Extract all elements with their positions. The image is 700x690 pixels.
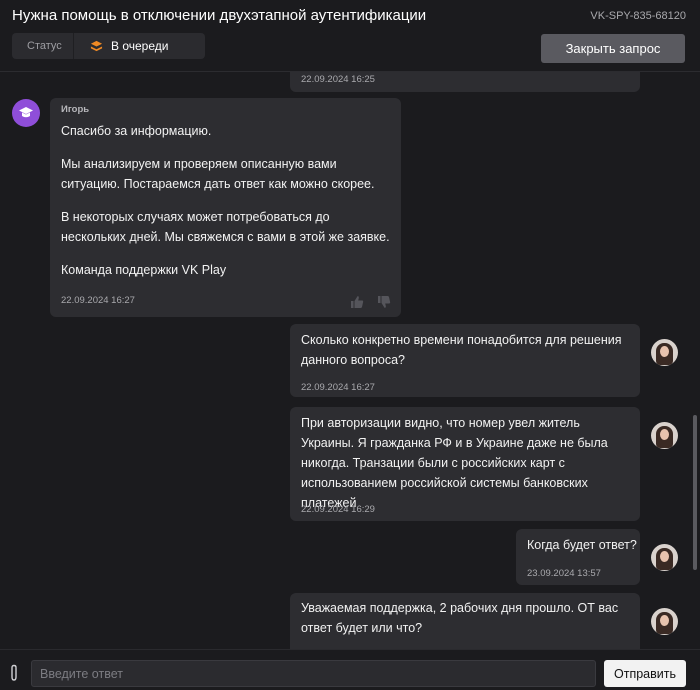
support-avatar	[12, 99, 40, 127]
message-paragraph: Спасибо за информацию.	[61, 124, 212, 138]
message-time: 23.09.2024 13:57	[527, 568, 601, 579]
message-body: Уважаемая поддержка, 2 рабочих дня прошл…	[301, 601, 619, 635]
paperclip-icon[interactable]	[8, 664, 20, 682]
user-avatar	[651, 544, 678, 571]
message-body: Когда будет ответ?	[527, 538, 637, 552]
send-button[interactable]: Отправить	[604, 660, 686, 687]
ticket-id: VK-SPY-835-68120	[590, 10, 686, 22]
message-body: При авторизации видно, что номер увел жи…	[301, 416, 608, 510]
user-message: При авторизации видно, что номер увел жи…	[290, 407, 640, 521]
message-time: 22.09.2024 16:25	[301, 74, 375, 85]
status-badge: Статус В очереди	[12, 33, 205, 59]
reply-composer: Отправить	[0, 649, 700, 690]
thumbs-down-icon[interactable]	[377, 295, 391, 309]
page-title: Нужна помощь в отключении двухэтапной ау…	[12, 7, 427, 24]
queue-stack-icon	[90, 40, 103, 51]
user-message: Когда будет ответ? 23.09.2024 13:57	[516, 529, 640, 585]
graduation-cap-icon	[19, 107, 33, 118]
status-value: В очереди	[111, 39, 169, 53]
chat-scrollbar[interactable]	[693, 415, 697, 570]
reply-input[interactable]	[31, 660, 596, 687]
message-paragraph: Команда поддержки VK Play	[61, 263, 227, 277]
user-avatar	[651, 608, 678, 635]
message-list[interactable]: 22.09.2024 16:25 Игорь Спасибо за информ…	[0, 72, 700, 649]
user-avatar	[651, 422, 678, 449]
status-divider	[73, 33, 74, 59]
message-time: 22.09.2024 16:29	[301, 504, 375, 515]
message-body: Сколько конкретно времени понадобится дл…	[301, 333, 622, 367]
message-author: Игорь	[61, 104, 90, 115]
status-label: Статус	[27, 40, 62, 52]
message-time: 22.09.2024 16:27	[61, 295, 135, 306]
user-message: Сколько конкретно времени понадобится дл…	[290, 324, 640, 397]
message-paragraph: В некоторых случаях может потребоваться …	[61, 210, 390, 244]
user-message: 22.09.2024 16:25	[290, 72, 640, 92]
user-message: Уважаемая поддержка, 2 рабочих дня прошл…	[290, 593, 640, 649]
thumbs-up-icon[interactable]	[350, 295, 364, 309]
message-paragraph: Мы анализируем и проверяем описанную вам…	[61, 157, 375, 191]
close-request-button[interactable]: Закрыть запрос	[541, 34, 685, 63]
ticket-header: Нужна помощь в отключении двухэтапной ау…	[0, 0, 700, 72]
support-message: Игорь Спасибо за информацию. Мы анализир…	[50, 98, 401, 317]
message-body: Спасибо за информацию. Мы анализируем и …	[61, 121, 396, 293]
message-time: 22.09.2024 16:27	[301, 382, 375, 393]
user-avatar	[651, 339, 678, 366]
